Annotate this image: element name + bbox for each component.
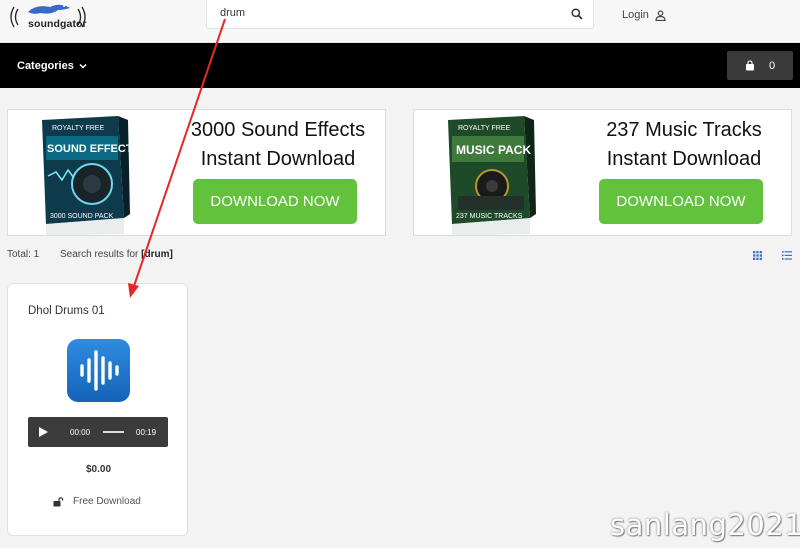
current-time: 00:00 — [70, 428, 91, 437]
search-bar[interactable] — [206, 0, 594, 29]
chevron-down-icon — [79, 63, 87, 69]
product-price: $0.00 — [85, 464, 112, 475]
site-header: soundgator Login — [0, 0, 800, 43]
product-title[interactable]: Dhol Drums 01 — [28, 305, 105, 317]
nav-bar: Categories 0 — [0, 43, 800, 88]
sound-effects-box-image: ROYALTY FREE SOUND EFFECTS 3000 SOUND PA… — [42, 116, 130, 235]
categories-dropdown[interactable]: Categories — [17, 60, 87, 72]
box-title: MUSIC PACK — [456, 143, 531, 157]
search-icon[interactable] — [571, 8, 583, 20]
user-icon — [655, 9, 666, 21]
play-icon[interactable] — [39, 427, 48, 437]
logo-text: soundgator — [28, 18, 87, 30]
login-link[interactable]: Login — [622, 9, 666, 21]
banner-subline: Instant Download — [606, 148, 762, 170]
cart-count: 0 — [768, 59, 776, 72]
search-input[interactable] — [220, 7, 550, 19]
music-pack-banner[interactable]: ROYALTY FREE MUSIC PACK 237 MUSIC TRACKS… — [413, 109, 792, 236]
music-pack-box-image: ROYALTY FREE MUSIC PACK 237 MUSIC TRACKS — [448, 116, 536, 235]
banner-subline: Instant Download — [200, 148, 356, 170]
product-card[interactable]: Dhol Drums 01 00:00 00:19 $0.00 Free Dow… — [7, 283, 188, 536]
box-title: SOUND EFFECTS — [47, 143, 130, 155]
cart-button[interactable]: 0 — [727, 51, 793, 80]
download-now-button[interactable]: DOWNLOAD NOW — [599, 179, 763, 224]
banner-headline: 3000 Sound Effects — [190, 119, 366, 141]
sound-effects-banner[interactable]: ROYALTY FREE SOUND EFFECTS 3000 SOUND PA… — [7, 109, 386, 236]
unlock-icon — [53, 496, 64, 506]
login-label: Login — [622, 9, 649, 21]
box-bottom-label: 3000 SOUND PACK — [50, 213, 114, 220]
audio-player: 00:00 00:19 — [28, 417, 168, 447]
audio-wave-icon — [67, 339, 130, 402]
search-term: [drum] — [141, 249, 173, 260]
box-top-label: ROYALTY FREE — [52, 125, 104, 132]
progress-slider[interactable] — [103, 431, 124, 433]
banner-headline: 237 Music Tracks — [606, 119, 762, 141]
search-results-prefix: Search results for — [60, 249, 142, 260]
download-now-button[interactable]: DOWNLOAD NOW — [193, 179, 357, 224]
search-results-label: Search results for [drum] — [60, 249, 173, 260]
categories-label: Categories — [17, 60, 74, 72]
watermark-text: sanlang2021 — [610, 508, 800, 542]
free-download-label: Free Download — [73, 496, 141, 507]
grid-view-icon[interactable] — [753, 251, 762, 260]
box-bottom-label: 237 MUSIC TRACKS — [456, 213, 523, 220]
free-download-link[interactable]: Free Download — [53, 496, 141, 507]
box-top-label: ROYALTY FREE — [458, 125, 510, 132]
logo[interactable]: soundgator — [6, 0, 90, 36]
results-total: Total: 1 — [7, 249, 40, 260]
shopping-bag-icon — [745, 60, 754, 71]
duration: 00:19 — [136, 428, 157, 437]
list-view-icon[interactable] — [782, 251, 792, 260]
